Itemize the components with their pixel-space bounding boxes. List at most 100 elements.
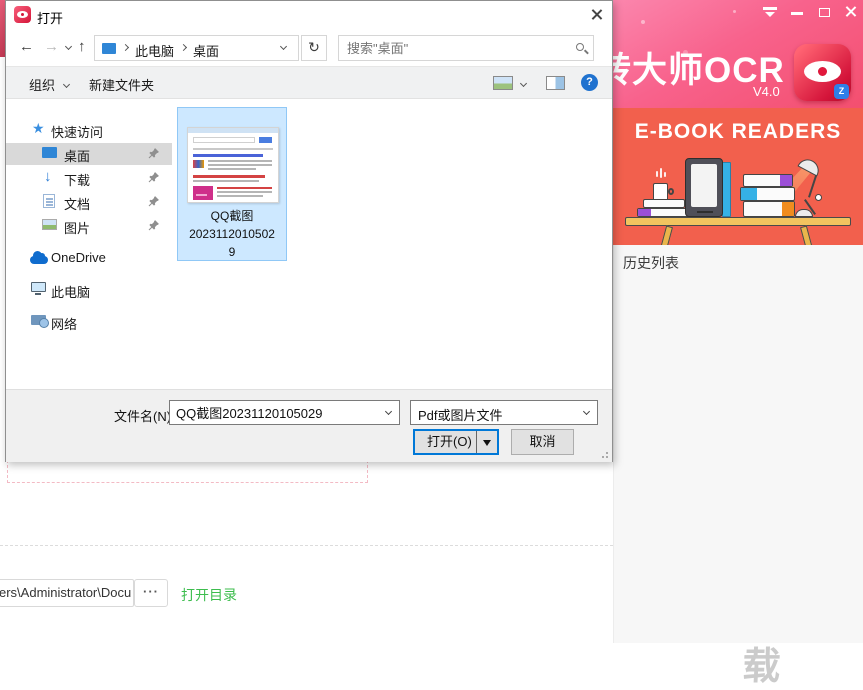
sidebar-item-this-pc[interactable]: 此电脑 bbox=[6, 279, 172, 301]
cancel-button[interactable]: 取消 bbox=[511, 429, 574, 455]
filetype-value: Pdf或图片文件 bbox=[418, 405, 503, 424]
maximize-button[interactable] bbox=[817, 3, 833, 21]
sidebar-item-onedrive[interactable]: OneDrive bbox=[6, 247, 172, 269]
sparkle bbox=[641, 20, 645, 24]
navigation-bar: ← → ↑ 此电脑 桌面 ↻ bbox=[6, 29, 612, 66]
book bbox=[740, 187, 795, 201]
book bbox=[643, 199, 685, 208]
sidebar-item-pictures[interactable]: 图片 bbox=[6, 215, 172, 237]
refresh-button[interactable]: ↻ bbox=[301, 35, 327, 61]
resize-grip[interactable] bbox=[606, 456, 608, 458]
view-dropdown-icon[interactable] bbox=[520, 80, 527, 87]
file-thumbnail bbox=[187, 127, 279, 203]
dialog-title: 打开 bbox=[37, 8, 63, 27]
main-menu-icon[interactable] bbox=[762, 3, 778, 21]
logo-badge: Z bbox=[834, 84, 849, 99]
table-leg bbox=[800, 226, 813, 245]
history-list-label: 历史列表 bbox=[623, 253, 679, 273]
open-button[interactable]: 打开(O) bbox=[413, 429, 499, 455]
search-box[interactable] bbox=[338, 35, 594, 61]
dialog-content: ★ 快速访问 桌面 ↓ 下载 文档 图片 OneDrive bbox=[6, 99, 612, 389]
sidebar-item-network[interactable]: 网络 bbox=[6, 311, 172, 333]
open-file-dialog: 打开 ← → ↑ 此电脑 桌面 ↻ 组织 新建文件夹 bbox=[5, 0, 613, 462]
steam bbox=[660, 168, 662, 178]
sidebar-item-documents[interactable]: 文档 bbox=[6, 191, 172, 213]
address-dropdown-icon[interactable] bbox=[280, 43, 287, 50]
book bbox=[743, 201, 795, 217]
chevron-down-icon[interactable] bbox=[583, 408, 590, 415]
dialog-titlebar[interactable]: 打开 bbox=[6, 1, 612, 29]
dialog-footer: 文件名(N): Pdf或图片文件 打开(O) 取消 bbox=[6, 389, 612, 462]
browse-path-button[interactable]: ··· bbox=[134, 579, 168, 607]
filetype-dropdown[interactable]: Pdf或图片文件 bbox=[410, 400, 598, 425]
resize-grip bbox=[606, 452, 608, 454]
search-icon[interactable] bbox=[576, 43, 584, 51]
onedrive-cloud-icon bbox=[30, 256, 48, 264]
dialog-app-icon bbox=[14, 6, 31, 23]
breadcrumb-this-pc[interactable]: 此电脑 bbox=[135, 41, 174, 60]
eye-pupil bbox=[815, 64, 830, 79]
app-header: 转大师OCR V4.0 Z bbox=[613, 0, 863, 108]
document-icon bbox=[43, 194, 55, 208]
pictures-icon bbox=[42, 219, 57, 230]
lamp-joint bbox=[815, 194, 822, 201]
table-leg bbox=[660, 226, 673, 245]
app-version: V4.0 bbox=[753, 84, 780, 99]
change-view-icon[interactable] bbox=[493, 76, 513, 90]
network-icon bbox=[31, 315, 46, 325]
sparkle bbox=[733, 10, 736, 13]
dialog-toolbar: 组织 新建文件夹 ? bbox=[6, 66, 612, 99]
ocr-app-panel: 转大师OCR V4.0 Z E-BOOK READERS bbox=[613, 0, 863, 643]
organize-menu[interactable]: 组织 bbox=[29, 75, 69, 94]
sidebar-item-desktop[interactable]: 桌面 bbox=[6, 143, 172, 165]
help-icon[interactable]: ? bbox=[581, 74, 598, 91]
pin-icon bbox=[148, 219, 160, 231]
section-dashed-divider bbox=[0, 545, 613, 546]
download-icon: ↓ bbox=[44, 168, 52, 185]
ebook-readers-banner[interactable]: E-BOOK READERS bbox=[613, 108, 863, 245]
breadcrumb-separator-icon bbox=[122, 44, 129, 51]
book bbox=[637, 208, 691, 217]
address-bar[interactable]: 此电脑 桌面 bbox=[94, 35, 299, 61]
pin-icon bbox=[148, 195, 160, 207]
new-folder-button[interactable]: 新建文件夹 bbox=[89, 75, 154, 94]
desktop-icon bbox=[42, 147, 57, 158]
minimize-button[interactable] bbox=[789, 3, 805, 21]
preview-pane-icon[interactable] bbox=[546, 76, 565, 90]
file-item-qq-screenshot[interactable]: QQ截图 2023112010502 9 bbox=[177, 107, 287, 261]
quick-access-star-icon: ★ bbox=[32, 120, 45, 137]
forward-icon[interactable]: → bbox=[44, 38, 59, 55]
breadcrumb-desktop[interactable]: 桌面 bbox=[193, 41, 219, 60]
breadcrumb-separator-icon bbox=[180, 44, 187, 51]
output-path-field[interactable]: ers\Administrator\Docu bbox=[0, 579, 134, 607]
sidebar-item-quick-access[interactable]: ★ 快速访问 bbox=[6, 119, 172, 141]
sidebar-item-downloads[interactable]: ↓ 下载 bbox=[6, 167, 172, 189]
banner-title: E-BOOK READERS bbox=[613, 120, 863, 144]
this-pc-icon bbox=[31, 282, 46, 292]
steam bbox=[664, 172, 666, 177]
book-upright bbox=[722, 162, 731, 217]
open-directory-link[interactable]: 打开目录 bbox=[181, 585, 237, 605]
open-split-arrow-icon[interactable] bbox=[483, 440, 491, 446]
lamp-base bbox=[795, 209, 813, 217]
pin-icon bbox=[148, 147, 160, 159]
up-icon[interactable]: ↑ bbox=[78, 38, 86, 55]
steam bbox=[656, 171, 658, 177]
close-app-button[interactable] bbox=[844, 5, 860, 23]
recent-locations-icon[interactable] bbox=[65, 43, 72, 50]
file-name: QQ截图 2023112010502 9 bbox=[178, 207, 286, 261]
filename-combobox[interactable] bbox=[169, 400, 400, 425]
book bbox=[743, 174, 793, 187]
search-input[interactable] bbox=[339, 36, 593, 60]
chevron-down-icon bbox=[63, 81, 70, 88]
pin-icon bbox=[148, 171, 160, 183]
desktop-mini-icon bbox=[102, 43, 116, 54]
filename-input[interactable] bbox=[170, 401, 399, 424]
back-icon[interactable]: ← bbox=[19, 38, 34, 55]
close-dialog-button[interactable] bbox=[590, 8, 603, 24]
app-logo: Z bbox=[794, 44, 851, 101]
ereader-device bbox=[685, 158, 723, 217]
filename-label: 文件名(N): bbox=[114, 406, 175, 425]
refresh-icon: ↻ bbox=[308, 39, 320, 55]
history-list-panel: 历史列表 bbox=[613, 245, 863, 643]
